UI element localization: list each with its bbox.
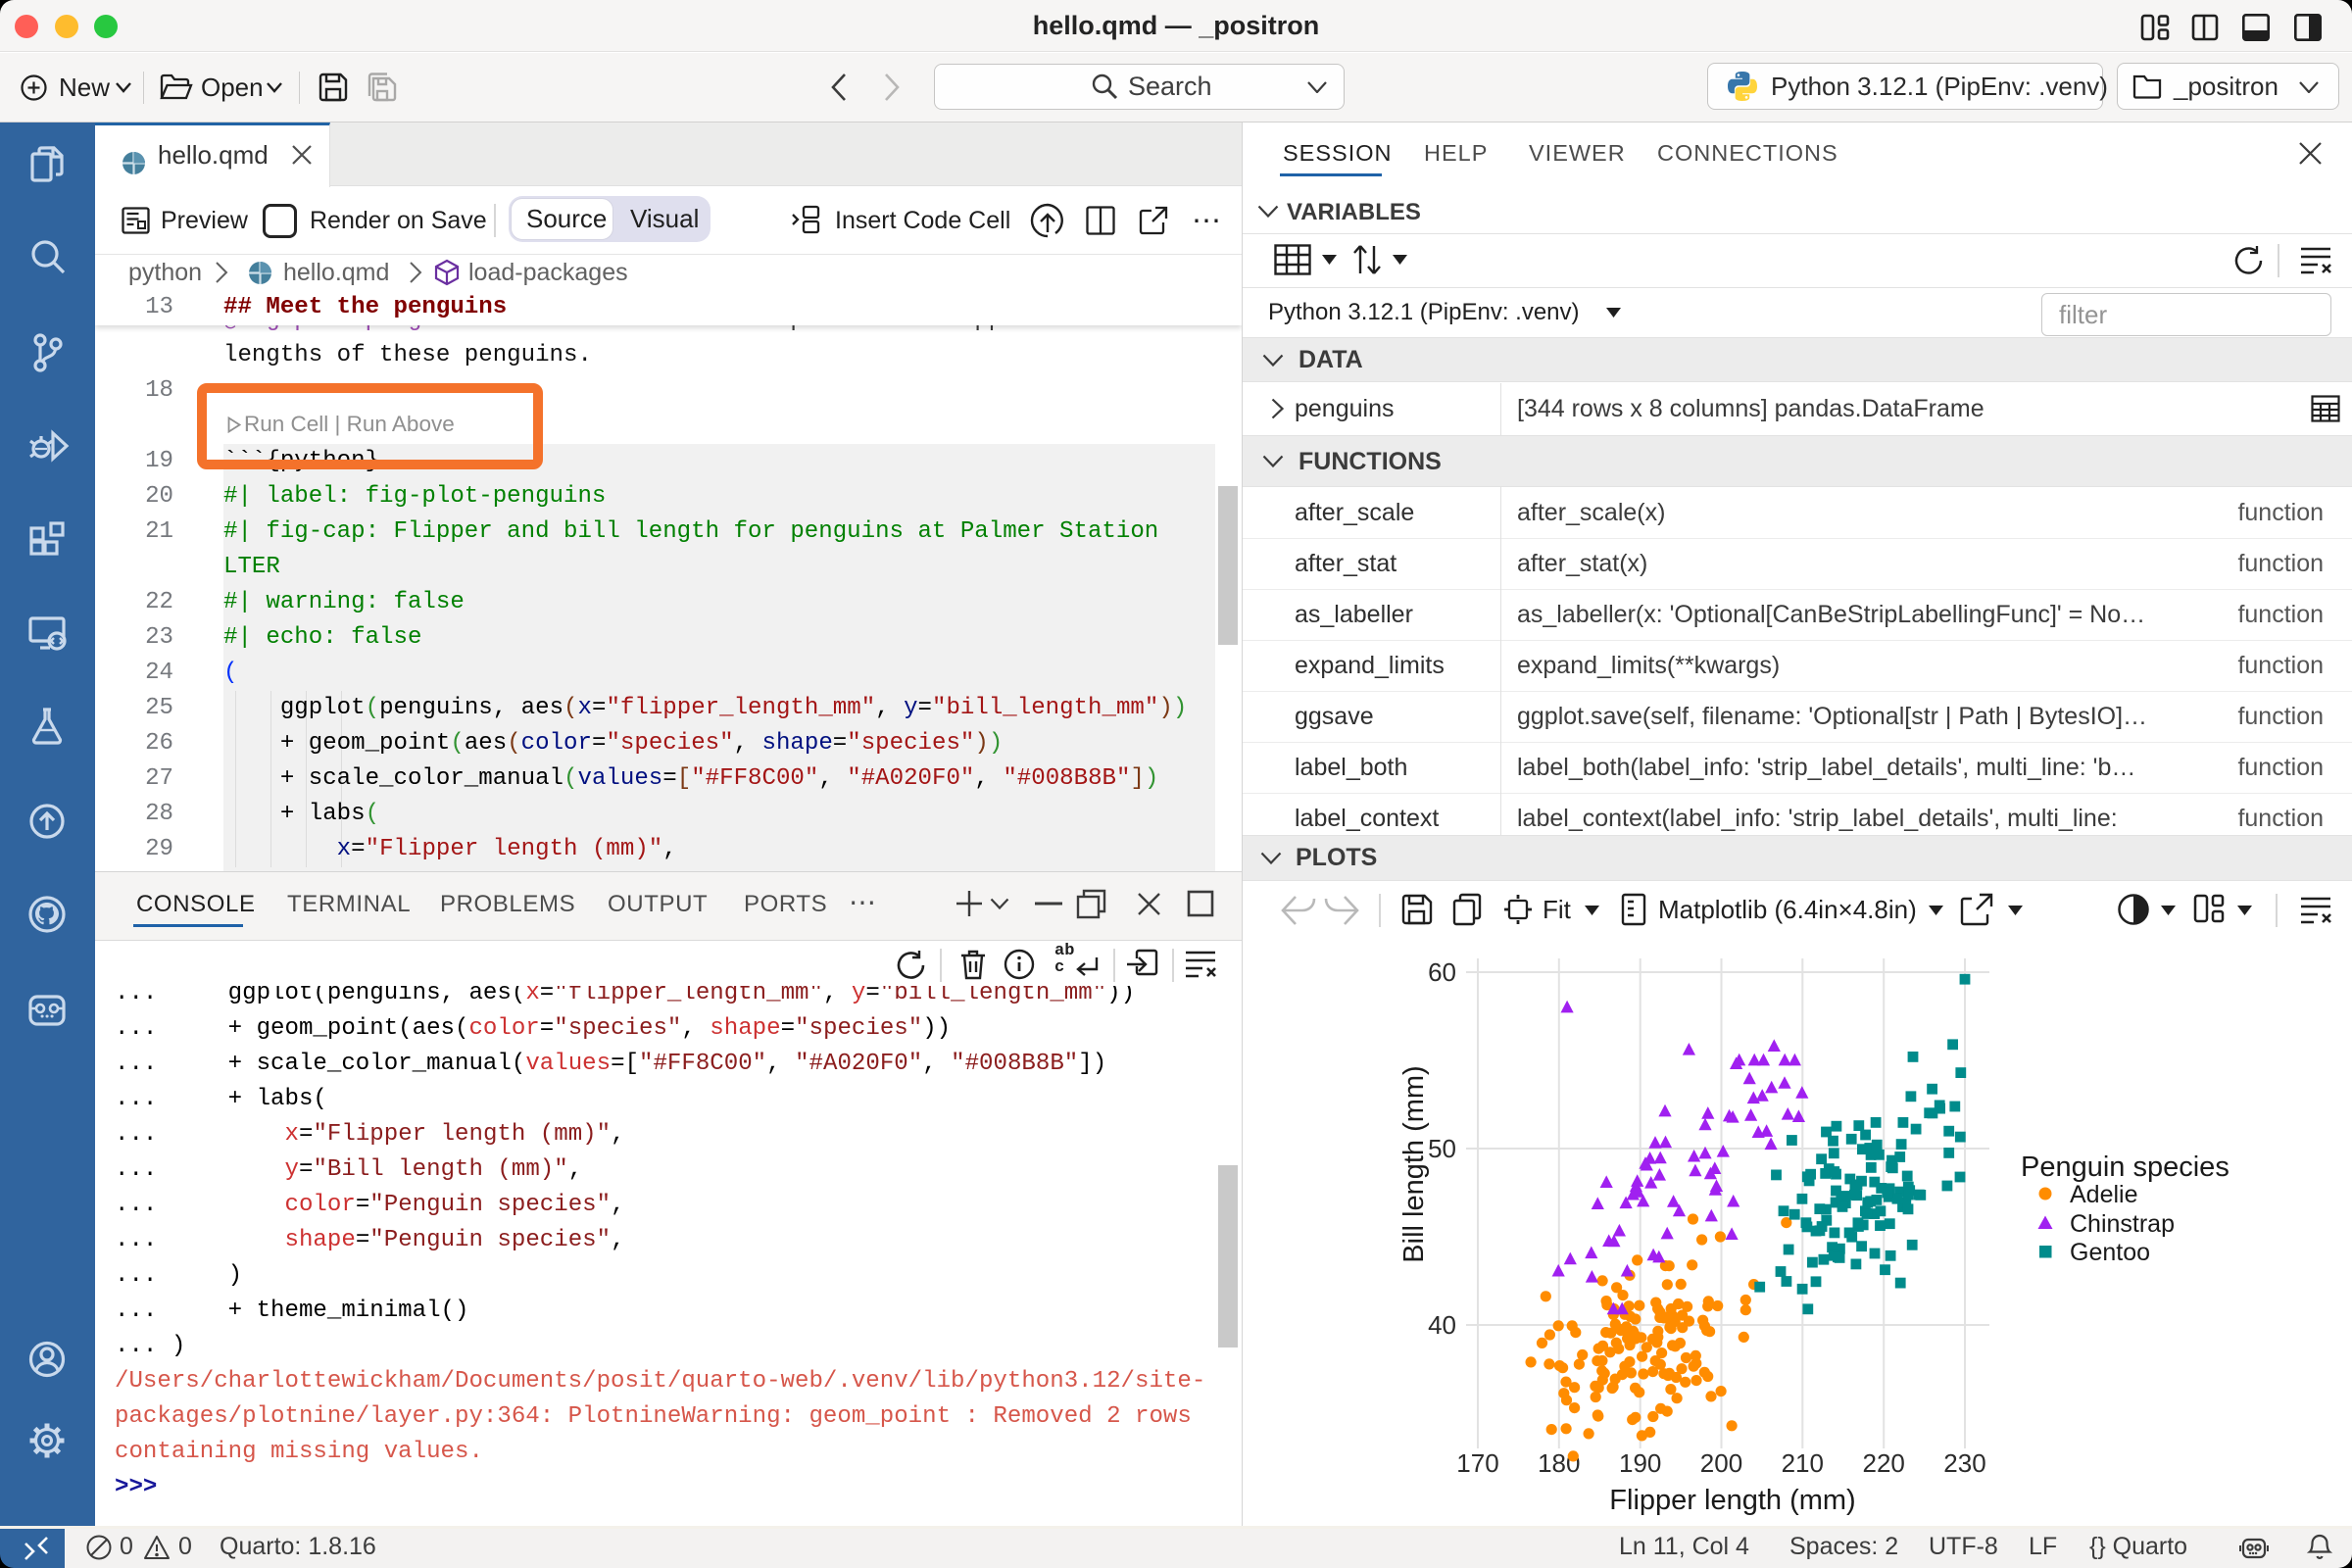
svg-text:Chinstrap: Chinstrap xyxy=(2070,1210,2175,1238)
svg-text:60: 60 xyxy=(1428,957,1456,987)
svg-text:Penguin species: Penguin species xyxy=(2021,1152,2230,1183)
svg-text:Bill length (mm): Bill length (mm) xyxy=(1398,1065,1430,1262)
svg-text:210: 210 xyxy=(1782,1448,1824,1478)
svg-text:Adelie: Adelie xyxy=(2070,1181,2138,1208)
svg-text:200: 200 xyxy=(1700,1448,1742,1478)
svg-text:Gentoo: Gentoo xyxy=(2070,1239,2150,1266)
svg-text:40: 40 xyxy=(1428,1310,1456,1340)
svg-text:50: 50 xyxy=(1428,1134,1456,1163)
svg-text:220: 220 xyxy=(1863,1448,1905,1478)
svg-text:Flipper length (mm): Flipper length (mm) xyxy=(1609,1485,1855,1516)
svg-text:190: 190 xyxy=(1619,1448,1661,1478)
svg-text:230: 230 xyxy=(1943,1448,1985,1478)
svg-text:170: 170 xyxy=(1456,1448,1498,1478)
